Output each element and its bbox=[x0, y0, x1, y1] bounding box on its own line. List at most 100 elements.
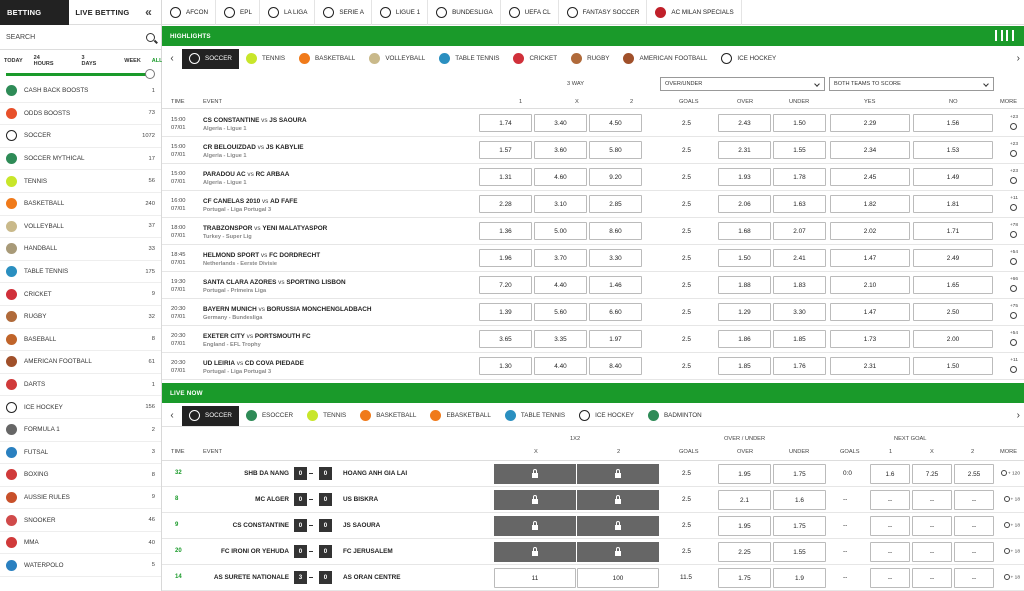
top-nav-bundesliga[interactable]: BUNDESLIGA bbox=[428, 0, 501, 25]
sidebar-item-odds-boosts[interactable]: Odds Boosts 73 bbox=[0, 103, 161, 126]
odds-over[interactable]: 1.50 bbox=[718, 249, 771, 267]
match-row[interactable]: 19:30 07/01 SANTA CLARA AZORES vs SPORTING… bbox=[162, 272, 1024, 299]
match-teams[interactable]: SANTA CLARA AZORES vs SPORTING LISBON Por… bbox=[203, 278, 346, 296]
odds-no[interactable]: 1.53 bbox=[913, 141, 993, 159]
next-goal-1[interactable]: 1.6 bbox=[870, 464, 910, 484]
next-goal-ng2[interactable]: -- bbox=[954, 490, 994, 510]
next-goal-ng1[interactable]: -- bbox=[870, 542, 910, 562]
sidebar-search[interactable]: SEARCH bbox=[0, 25, 161, 50]
sidebar-item-handball[interactable]: Handball 33 bbox=[0, 238, 161, 261]
live-stream-icon[interactable] bbox=[1003, 548, 1010, 554]
match-teams[interactable]: CF CANELAS 2010 vs AD FAFE Portugal - Lig… bbox=[203, 197, 297, 215]
odds-ox[interactable]: 5.60 bbox=[534, 303, 587, 321]
live-match-row[interactable]: 9 CS CONSTANTINE 0 0 JS SAOURA 2.5 1.95 1.75 -- -… bbox=[162, 513, 1024, 539]
sidebar-item-american-football[interactable]: American Football 61 bbox=[0, 351, 161, 374]
more-markets[interactable]: +75 bbox=[1009, 303, 1018, 319]
sidebar-item-basketball[interactable]: Basketball 240 bbox=[0, 193, 161, 216]
odds-over[interactable]: 2.25 bbox=[718, 542, 771, 562]
tab-badminton[interactable]: BADMINTON bbox=[641, 406, 709, 426]
match-row[interactable]: 18:45 07/01 HELMOND SPORT vs FC DORDRECHT N… bbox=[162, 245, 1024, 272]
odds-o1[interactable]: 2.28 bbox=[479, 195, 532, 213]
sidebar-item-snooker[interactable]: Snooker 46 bbox=[0, 509, 161, 532]
odds-over[interactable]: 1.88 bbox=[718, 276, 771, 294]
sidebar-item-table-tennis[interactable]: Table Tennis 175 bbox=[0, 261, 161, 284]
collapse-sidebar-icon[interactable]: « bbox=[136, 0, 161, 25]
sidebar-item-soccer[interactable]: Soccer 1072 bbox=[0, 125, 161, 148]
live-match-row[interactable]: 20 FC IRONI OR YEHUDA 0 0 FC JERUSALEM 2.5 2.2… bbox=[162, 539, 1024, 565]
odds-yes[interactable]: 2.10 bbox=[830, 276, 910, 294]
odds-yes[interactable]: 1.73 bbox=[830, 330, 910, 348]
odds-o1[interactable]: 1.39 bbox=[479, 303, 532, 321]
match-row[interactable]: 18:00 07/01 TRABZONSPOR vs YENI MALATYASPO… bbox=[162, 218, 1024, 245]
match-row[interactable]: 15:00 07/01 CS CONSTANTINE vs JS SAOURA Alg… bbox=[162, 110, 1024, 137]
tab-tennis[interactable]: TENNIS bbox=[239, 49, 292, 69]
odds-over[interactable]: 2.43 bbox=[718, 114, 771, 132]
sidebar-item-volleyball[interactable]: Volleyball 37 bbox=[0, 216, 161, 239]
odds-no[interactable]: 1.71 bbox=[913, 222, 993, 240]
tab-tennis[interactable]: TENNIS bbox=[300, 406, 353, 426]
more-markets[interactable]: + 18 bbox=[1003, 548, 1020, 554]
live-stream-icon[interactable] bbox=[1009, 312, 1017, 319]
odds-ox[interactable]: 3.35 bbox=[534, 330, 587, 348]
search-icon[interactable] bbox=[146, 32, 155, 42]
more-markets[interactable]: + 120 bbox=[1000, 470, 1020, 476]
odds-o2[interactable]: 1.46 bbox=[589, 276, 642, 294]
top-nav-uefa-cl[interactable]: UEFA CL bbox=[501, 0, 559, 25]
live-stream-icon[interactable] bbox=[1009, 339, 1017, 346]
odds-no[interactable]: 1.65 bbox=[913, 276, 993, 294]
odds-under[interactable]: 1.75 bbox=[773, 516, 826, 536]
live-stream-icon[interactable] bbox=[1010, 366, 1018, 373]
next-goal-ngx[interactable]: -- bbox=[912, 542, 952, 562]
match-teams[interactable]: PARADOU AC vs RC ARBAA Algeria - Ligue 1 bbox=[203, 170, 289, 188]
odds-under[interactable]: 2.41 bbox=[773, 249, 826, 267]
odds-o1[interactable]: 1.74 bbox=[479, 114, 532, 132]
odds-o1[interactable]: 1.96 bbox=[479, 249, 532, 267]
odds-under[interactable]: 1.75 bbox=[773, 464, 826, 484]
next-goal-ng2[interactable]: -- bbox=[954, 568, 994, 588]
more-markets[interactable]: +78 bbox=[1009, 222, 1018, 238]
live-stream-icon[interactable] bbox=[1009, 258, 1017, 265]
more-markets[interactable]: +11 bbox=[1010, 195, 1018, 211]
odds-no[interactable]: 1.81 bbox=[913, 195, 993, 213]
tab-esoccer[interactable]: ESOCCER bbox=[239, 406, 300, 426]
filter-24-hours[interactable]: 24 HOURS bbox=[34, 55, 54, 67]
odds-under[interactable]: 1.83 bbox=[773, 276, 826, 294]
next-goal-ngx[interactable]: -- bbox=[912, 568, 952, 588]
sidebar-item-cricket[interactable]: Cricket 9 bbox=[0, 283, 161, 306]
over-under-select[interactable]: OVER/UNDER bbox=[660, 77, 825, 91]
tab-soccer[interactable]: SOCCER bbox=[182, 48, 239, 69]
odds-o2[interactable]: 9.20 bbox=[589, 168, 642, 186]
odds-ox[interactable]: 4.40 bbox=[534, 357, 587, 375]
match-teams[interactable]: EXETER CITY vs PORTSMOUTH FC England - EF… bbox=[203, 332, 311, 350]
tab-table-tennis[interactable]: TABLE TENNIS bbox=[498, 406, 572, 426]
sidebar-item-boxing[interactable]: Boxing 8 bbox=[0, 464, 161, 487]
tab-ebasketball[interactable]: EBASKETBALL bbox=[423, 406, 497, 426]
odds-o2[interactable]: 1.97 bbox=[589, 330, 642, 348]
time-filter-slider[interactable] bbox=[6, 68, 155, 80]
filter-3-days[interactable]: 3 DAYS bbox=[82, 55, 97, 67]
chevron-right-icon[interactable]: › bbox=[1017, 53, 1020, 64]
odds-o2[interactable]: 8.40 bbox=[589, 357, 642, 375]
sidebar-item-aussie-rules[interactable]: Aussie Rules 9 bbox=[0, 487, 161, 510]
odds-over[interactable]: 1.95 bbox=[718, 516, 771, 536]
next-goal-ng1[interactable]: -- bbox=[870, 568, 910, 588]
odds-under[interactable]: 3.30 bbox=[773, 303, 826, 321]
live-stream-icon[interactable] bbox=[1000, 470, 1007, 476]
tab-table-tennis[interactable]: TABLE TENNIS bbox=[432, 49, 506, 69]
live-stream-icon[interactable] bbox=[1003, 522, 1010, 528]
odds-over[interactable]: 1.93 bbox=[718, 168, 771, 186]
odds-under[interactable]: 1.55 bbox=[773, 141, 826, 159]
live-stream-icon[interactable] bbox=[1003, 496, 1010, 502]
odds-over[interactable]: 1.29 bbox=[718, 303, 771, 321]
odds-o1[interactable]: 1.30 bbox=[479, 357, 532, 375]
next-goal-ng1[interactable]: -- bbox=[870, 490, 910, 510]
match-row[interactable]: 16:00 07/01 CF CANELAS 2010 vs AD FAFE Port… bbox=[162, 191, 1024, 218]
odds-ox[interactable]: 4.60 bbox=[534, 168, 587, 186]
match-teams[interactable]: CS CONSTANTINE vs JS SAOURA Algeria - Lig… bbox=[203, 116, 307, 134]
odds-over[interactable]: 2.1 bbox=[718, 490, 771, 510]
tab-basketball[interactable]: BASKETBALL bbox=[292, 49, 362, 69]
odds-under[interactable]: 1.9 bbox=[773, 568, 826, 588]
tab-betting[interactable]: BETTING bbox=[0, 0, 69, 25]
odds-no[interactable]: 1.56 bbox=[913, 114, 993, 132]
odds-x[interactable]: 11 bbox=[494, 568, 576, 588]
